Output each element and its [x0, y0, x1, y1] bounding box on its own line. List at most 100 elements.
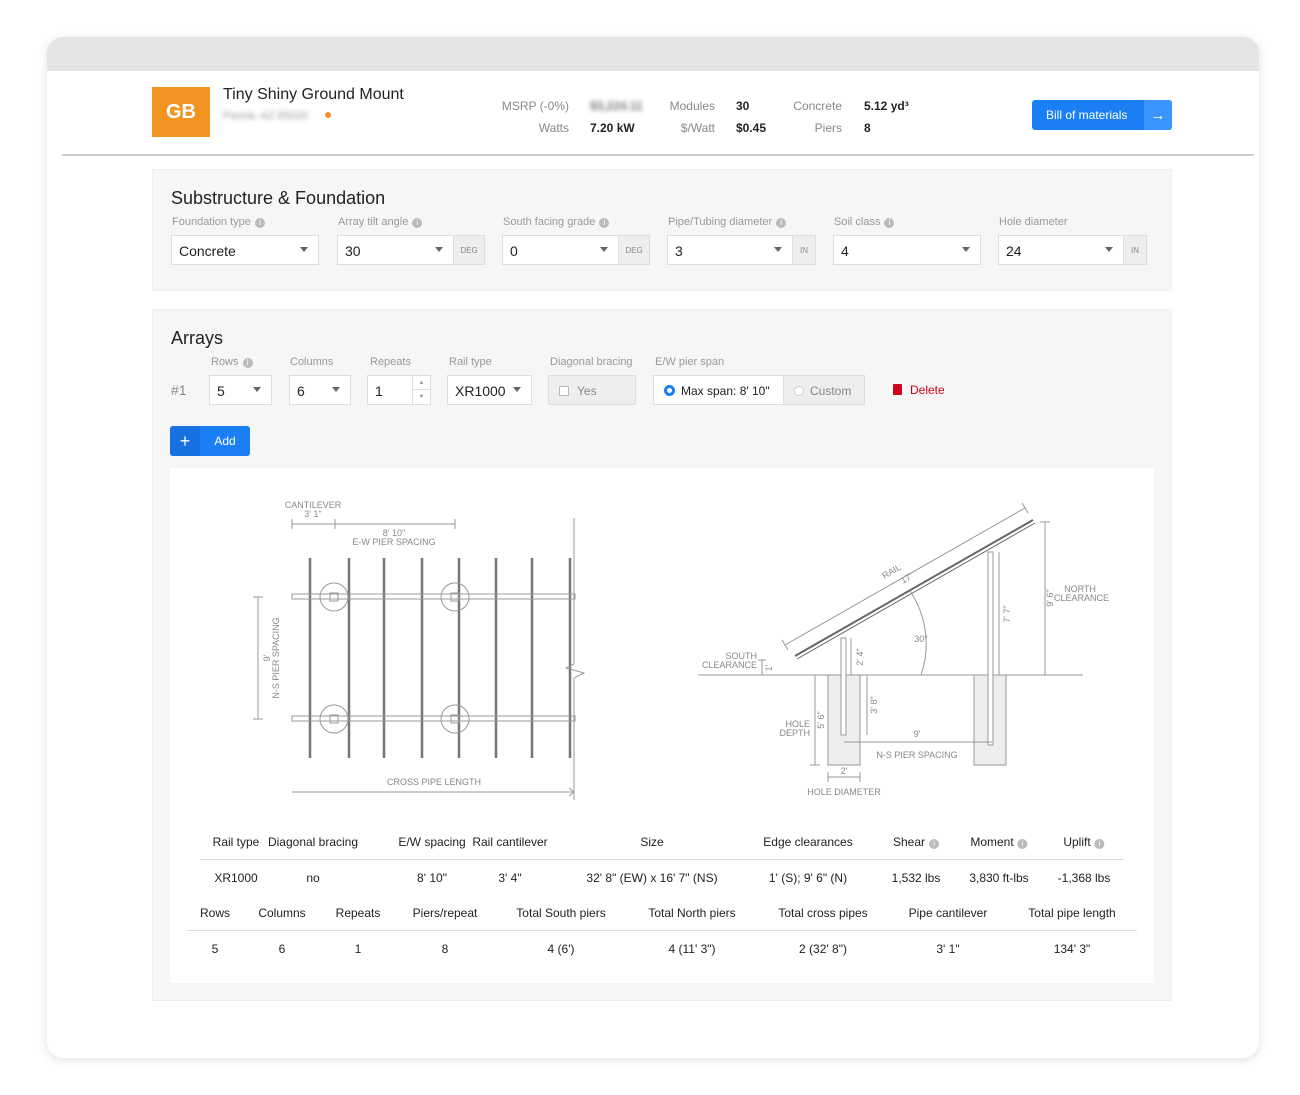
table-cell: 3,830 ft-lbs [969, 871, 1029, 885]
unit-in: IN [1123, 235, 1147, 265]
repeats-stepper[interactable]: 1 ▲ ▼ [367, 375, 431, 405]
add-array-button[interactable]: + Add [170, 426, 250, 456]
info-icon[interactable]: i [242, 358, 253, 368]
project-title: Tiny Shiny Ground Mount [223, 86, 404, 103]
table-header: Size [640, 835, 664, 849]
info-icon[interactable]: i [929, 839, 940, 849]
columns-select[interactable]: 6 [289, 375, 351, 405]
arrow-right-icon: → [1144, 100, 1172, 130]
stat-value-concrete: 5.12 yd³ [864, 99, 909, 113]
stat-label-concrete: Concrete [793, 99, 842, 113]
ns-spacing-label: N-S PIER SPACING [271, 617, 281, 698]
unit-in: IN [792, 235, 816, 265]
field-label-soil-class: Soil class i [834, 216, 895, 228]
info-icon[interactable]: i [599, 218, 610, 228]
foundation-type-select[interactable]: Concrete [171, 235, 319, 265]
checkbox-icon[interactable] [559, 386, 569, 396]
hole-depth-value: 5' 6" [816, 711, 826, 728]
app-window: GB Tiny Shiny Ground Mount Peoria, AZ 85… [47, 37, 1259, 1058]
stepper-down-icon[interactable]: ▼ [412, 390, 430, 404]
select-value: XR1000 [455, 383, 506, 399]
diagonal-bracing-label: Diagonal bracing [550, 356, 633, 368]
info-icon[interactable]: i [776, 218, 787, 228]
info-icon[interactable]: i [254, 218, 265, 228]
table-header: Pipe cantilever [908, 906, 988, 920]
table-cell: -1,368 lbs [1057, 871, 1111, 885]
table-cell: no [306, 871, 320, 885]
table-cell: 2 (32' 8") [799, 942, 847, 956]
table-header: Columns [258, 906, 306, 920]
plus-icon: + [170, 426, 200, 456]
field-label-south-grade: South facing grade i [503, 216, 610, 228]
table-cell: 5 [211, 942, 219, 956]
chevron-down-icon [300, 247, 308, 252]
table-cell: 4 (11' 3") [668, 942, 716, 956]
table-header: Total South piers [516, 906, 606, 920]
select-value: 4 [841, 243, 849, 259]
table-cell: 1' (S); 9' 6" (N) [768, 871, 848, 885]
label-text: South facing grade [503, 216, 596, 228]
info-icon[interactable]: i [412, 218, 423, 228]
table-header: Total pipe length [1028, 906, 1116, 920]
project-address: Peoria, AZ 85020 [223, 110, 309, 122]
table-cell: XR1000 [214, 871, 258, 885]
section-title: Substructure & Foundation [171, 188, 386, 208]
stepper-up-icon[interactable]: ▲ [412, 376, 430, 390]
embed-depth: 3' 8" [869, 696, 879, 713]
field-label-foundation-type: Foundation type i [172, 216, 265, 228]
table-cell: 3' 4" [498, 871, 522, 885]
select-value: 3 [675, 243, 683, 259]
table-header: Diagonal bracing [267, 835, 359, 849]
rows-label: Rows i [211, 356, 253, 368]
ew-spacing-label: E-W PIER SPACING [352, 537, 435, 547]
diagonal-bracing-checkbox[interactable]: Yes [548, 375, 636, 405]
chevron-down-icon [332, 387, 340, 392]
info-icon[interactable]: i [884, 218, 895, 228]
tilt-angle-select[interactable]: 30 [337, 235, 454, 265]
table-header: Repeats [335, 906, 381, 920]
bill-of-materials-button[interactable]: Bill of materials → [1032, 100, 1172, 130]
pipe-diameter-select[interactable]: 3 [667, 235, 793, 265]
chevron-down-icon [513, 387, 521, 392]
table-cell: 1 [354, 942, 362, 956]
substructure-section: Substructure & Foundation Foundation typ… [152, 169, 1172, 291]
array-index: #1 [171, 382, 187, 398]
arrays-section: Arrays Rows i Columns Repeats Rail type D… [152, 309, 1172, 1001]
radio-icon[interactable] [794, 386, 804, 396]
table-cell: 8' 10" [417, 871, 447, 885]
rail-type-select[interactable]: XR1000 [447, 375, 532, 405]
span-max-radio[interactable]: Max span: 8' 10" [653, 375, 784, 405]
bom-label: Bill of materials [1046, 108, 1128, 122]
hole-diameter-value: 2' [841, 766, 848, 776]
south-grade-select[interactable]: 0 [502, 235, 619, 265]
delete-button[interactable]: Delete [893, 383, 945, 397]
project-logo: GB [152, 87, 210, 137]
table-header: Total North piers [648, 906, 736, 920]
radio-label: Max span: 8' 10" [681, 384, 770, 398]
rows-select[interactable]: 5 [209, 375, 272, 405]
info-icon[interactable]: i [1094, 839, 1105, 849]
cross-pipe-label: CROSS PIPE LENGTH [387, 777, 481, 787]
stat-value-modules: 30 [736, 99, 750, 113]
table-divider [187, 930, 1137, 931]
table-header: Uplift i [1063, 835, 1105, 849]
select-value: Concrete [179, 243, 236, 259]
diagram-panel: CANTILEVER 3' 1" 8' 10" E-W PIER SPACING… [170, 468, 1154, 983]
hole-diameter-select[interactable]: 24 [998, 235, 1124, 265]
table-header: Rail cantilever [472, 835, 548, 849]
side-view-diagram [698, 502, 1083, 782]
table-header: Total cross pipes [778, 906, 868, 920]
table-cell: 1,532 lbs [891, 871, 941, 885]
map-pin-icon[interactable]: ● [324, 106, 332, 122]
rail-length: 17' [899, 571, 914, 586]
radio-selected-icon[interactable] [664, 385, 675, 396]
stat-label-modules: Modules [669, 99, 715, 113]
label-text: Soil class [834, 216, 881, 228]
span-custom-radio[interactable]: Custom [783, 375, 865, 405]
info-icon[interactable]: i [1017, 839, 1028, 849]
stat-label-msrp: MSRP (-0%) [501, 99, 569, 113]
table-cell: 3' 1" [936, 942, 960, 956]
soil-class-select[interactable]: 4 [833, 235, 981, 265]
columns-label: Columns [290, 356, 334, 368]
cantilever-value: 3' 1" [304, 509, 321, 519]
